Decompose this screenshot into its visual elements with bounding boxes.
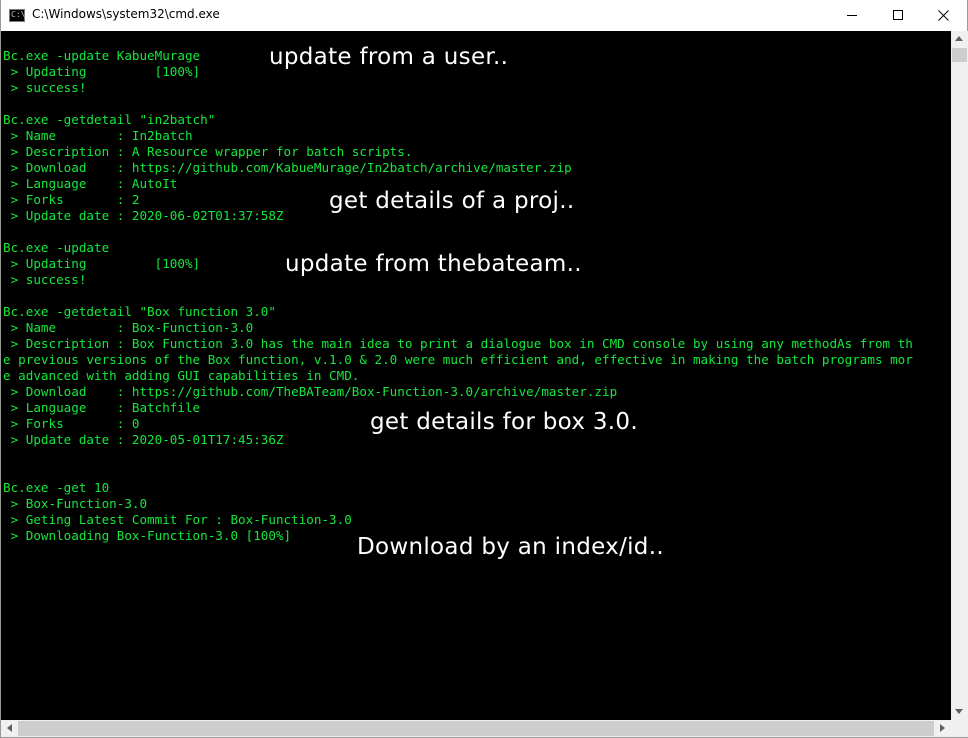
console-line: > Description : Box Function 3.0 has the… (3, 336, 913, 351)
vertical-scroll-thumb[interactable] (952, 48, 967, 62)
annotation-get-details-proj: get details of a proj.. (329, 188, 575, 214)
window-title: C:\Windows\system32\cmd.exe (32, 7, 220, 21)
cmd-icon[interactable]: C:\ (9, 9, 25, 22)
scroll-right-icon[interactable] (940, 724, 945, 732)
console-line: > Name : In2batch (3, 128, 193, 143)
cmd-window: C:\ C:\Windows\system32\cmd.exe Bc.exe -… (0, 0, 968, 738)
vertical-scrollbar[interactable] (951, 31, 968, 720)
annotation-update-bateam: update from thebateam.. (285, 251, 582, 277)
horizontal-scrollbar[interactable] (1, 720, 951, 737)
console-line: > success! (3, 80, 87, 95)
console-line: > Description : A Resource wrapper for b… (3, 144, 413, 159)
annotation-download-index: Download by an index/id.. (357, 534, 664, 560)
close-icon (938, 10, 949, 21)
console-line: > Download : https://github.com/KabueMur… (3, 160, 572, 175)
maximize-button[interactable] (875, 0, 921, 31)
scroll-left-icon[interactable] (7, 724, 12, 732)
annotation-update-user: update from a user.. (269, 44, 509, 70)
console-lines: Bc.exe -update KabueMurage > Updating [1… (3, 48, 913, 544)
scroll-up-icon[interactable] (955, 36, 963, 41)
console-line: > Geting Latest Commit For : Box-Functio… (3, 512, 352, 527)
console-line: Bc.exe -get 10 (3, 480, 110, 495)
close-button[interactable] (921, 0, 967, 31)
size-grip[interactable] (951, 720, 968, 737)
console-line: > Download : https://github.com/TheBATea… (3, 384, 618, 399)
scroll-down-icon[interactable] (955, 709, 963, 714)
horizontal-scroll-thumb[interactable] (18, 721, 934, 736)
maximize-icon (893, 10, 903, 20)
minimize-button[interactable] (829, 0, 875, 31)
console-line: e advanced with adding GUI capabilities … (3, 368, 360, 383)
console-line: Bc.exe -getdetail "in2batch" (3, 112, 216, 127)
console-output[interactable]: Bc.exe -update KabueMurage > Updating [1… (1, 31, 951, 720)
title-bar[interactable]: C:\ C:\Windows\system32\cmd.exe (1, 0, 967, 31)
console-line: > Name : Box-Function-3.0 (3, 320, 254, 335)
minimize-icon (847, 15, 857, 16)
console-line: > Box-Function-3.0 (3, 496, 148, 511)
console-line: Bc.exe -getdetail "Box function 3.0" (3, 304, 276, 319)
cmd-icon-glyph: C:\ (11, 10, 26, 19)
console-line: e previous versions of the Box function,… (3, 352, 913, 367)
annotation-get-details-box: get details for box 3.0. (370, 409, 638, 435)
